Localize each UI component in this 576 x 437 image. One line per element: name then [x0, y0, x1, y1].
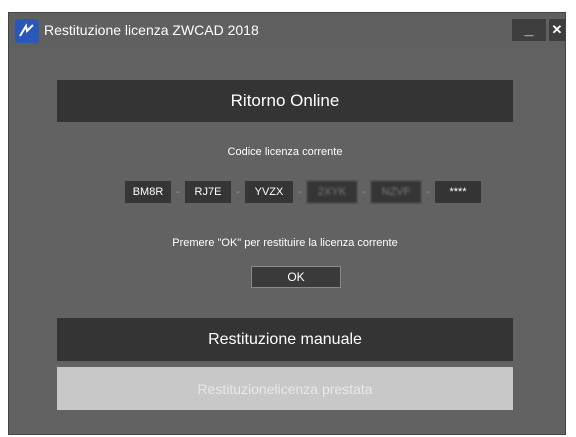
key-segment-5-blurred: NZVF [371, 181, 421, 203]
return-instruction: Premere "OK" per restituire la licenza c… [172, 237, 398, 249]
online-return-header[interactable]: Ritorno Online [57, 80, 513, 122]
license-return-window: Restituzione licenza ZWCAD 2018 _ ✕ Rito… [8, 12, 566, 435]
title-bar[interactable]: Restituzione licenza ZWCAD 2018 _ ✕ [9, 13, 565, 49]
ok-button[interactable]: OK [251, 266, 341, 288]
close-button[interactable]: ✕ [549, 19, 565, 41]
key-separator: - [426, 186, 430, 198]
close-icon: ✕ [551, 22, 563, 37]
minimize-icon: _ [524, 21, 534, 38]
zwcad-logo-icon [19, 23, 34, 37]
key-separator: - [176, 186, 180, 198]
zwcad-app-icon [15, 19, 39, 43]
key-separator: - [298, 186, 302, 198]
current-license-label: Codice licenza corrente [227, 146, 343, 158]
key-segment-3: YVZX [245, 181, 293, 203]
key-segment-2: RJ7E [185, 181, 231, 203]
key-separator: - [362, 186, 366, 198]
key-segment-6: **** [435, 181, 481, 203]
key-separator: - [236, 186, 240, 198]
key-segment-4-blurred: 2XYK [307, 181, 357, 203]
license-key-row: BM8R - RJ7E - YVZX - 2XYK - NZVF - **** [9, 181, 567, 203]
window-title: Restituzione licenza ZWCAD 2018 [44, 22, 259, 38]
key-segment-1: BM8R [125, 181, 171, 203]
minimize-button[interactable]: _ [512, 19, 546, 41]
return-borrowed-license-button[interactable]: Restituzionelicenza prestata [57, 367, 513, 410]
manual-return-header[interactable]: Restituzione manuale [57, 318, 513, 361]
